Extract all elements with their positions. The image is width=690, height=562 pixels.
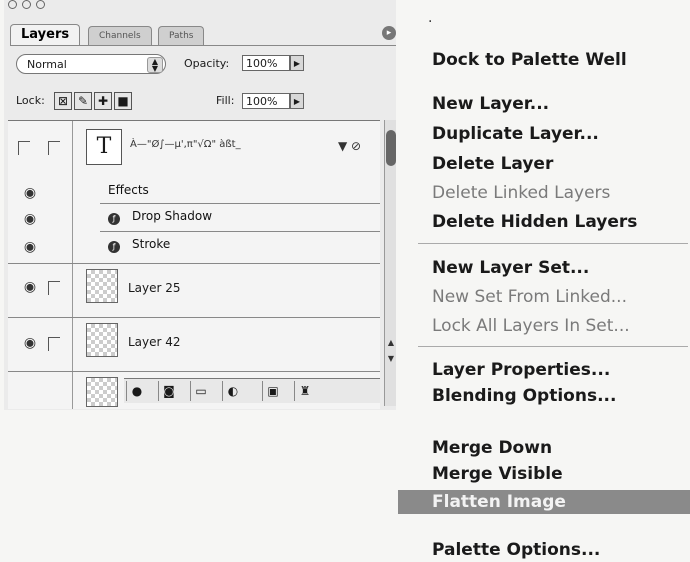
- zoom-window-icon[interactable]: [36, 0, 46, 9]
- effect-drop-shadow[interactable]: Drop Shadow: [132, 209, 212, 223]
- effect-icon: ƒ: [108, 213, 120, 225]
- menu-item-palette-options[interactable]: Palette Options...: [398, 538, 690, 562]
- window-controls: [8, 0, 46, 12]
- fill-label: Fill:: [216, 94, 235, 107]
- layer-thumbnail: [86, 269, 118, 303]
- link-toggle-empty[interactable]: [48, 281, 60, 295]
- opacity-slider-button[interactable]: ▶: [290, 55, 304, 71]
- effects-label: Effects: [108, 183, 149, 197]
- row-divider: [100, 203, 380, 204]
- text-layer-name: À—"Ø∫—µ',π"√Ω" àßt_: [130, 139, 241, 150]
- row-divider: [100, 231, 380, 232]
- menu-separator: [418, 346, 688, 347]
- stroke-eye-icon[interactable]: ◉: [20, 237, 40, 257]
- tab-paths[interactable]: Paths: [158, 26, 205, 45]
- layer-thumbnail: [86, 323, 118, 357]
- row-divider: [8, 263, 380, 264]
- minimize-window-icon[interactable]: [22, 0, 32, 9]
- menu-item-duplicate-layer[interactable]: Duplicate Layer...: [398, 122, 690, 146]
- close-window-icon[interactable]: [8, 0, 17, 9]
- trash-icon[interactable]: ♜: [294, 381, 315, 401]
- fill-slider-button[interactable]: ▶: [290, 93, 304, 109]
- blend-mode-value: Normal: [27, 58, 67, 71]
- visibility-toggle-empty[interactable]: [18, 141, 30, 155]
- drop-shadow-eye-icon[interactable]: ◉: [20, 209, 40, 229]
- fill-field[interactable]: 100%: [242, 93, 290, 109]
- menu-item-blending-options[interactable]: Blending Options...: [398, 384, 690, 408]
- lock-label: Lock:: [16, 94, 45, 107]
- menu-separator: [418, 243, 688, 244]
- row-divider: [8, 371, 380, 372]
- menu-item-dock-to-palette-well[interactable]: Dock to Palette Well: [398, 48, 690, 72]
- add-layer-style-icon[interactable]: ●: [126, 381, 147, 401]
- effects-expand-icon[interactable]: ▼ ⊘: [338, 139, 361, 153]
- layer-thumbnail-partial: [86, 377, 118, 407]
- scroll-up-icon[interactable]: ▲: [385, 338, 396, 347]
- menu-item-merge-visible[interactable]: Merge Visible: [398, 462, 690, 486]
- column-divider: [72, 121, 73, 409]
- lock-image-brush-icon[interactable]: ✎: [74, 92, 92, 110]
- layers-palette-menu: · Dock to Palette Well New Layer... Dupl…: [398, 0, 690, 562]
- layer-name: Layer 42: [128, 335, 181, 349]
- layers-scrollbar[interactable]: ▲ ▼: [384, 120, 396, 406]
- lock-transparency-icon[interactable]: ⊠: [54, 92, 72, 110]
- menu-item-layer-properties[interactable]: Layer Properties...: [398, 358, 690, 382]
- new-layer-icon[interactable]: ▣: [262, 381, 283, 401]
- menu-item-delete-layer[interactable]: Delete Layer: [398, 152, 690, 176]
- menu-item-new-set-from-linked: New Set From Linked...: [432, 287, 627, 307]
- layer-name: Layer 25: [128, 281, 181, 295]
- scroll-down-icon[interactable]: ▼: [385, 354, 396, 363]
- tab-channels[interactable]: Channels: [88, 26, 152, 45]
- opacity-field[interactable]: 100%: [242, 55, 290, 71]
- palette-bottom-bar: ● ◙ ▭ ◐ ▣ ♜: [124, 378, 380, 403]
- menu-item-delete-hidden-layers[interactable]: Delete Hidden Layers: [398, 210, 690, 234]
- effect-stroke[interactable]: Stroke: [132, 237, 170, 251]
- menu-item-new-layer[interactable]: New Layer...: [398, 92, 690, 116]
- new-adjustment-layer-icon[interactable]: ◐: [222, 381, 243, 401]
- new-set-folder-icon[interactable]: ▭: [190, 381, 211, 401]
- effect-icon: ƒ: [108, 241, 120, 253]
- lock-all-icon[interactable]: ■: [114, 92, 132, 110]
- scrollbar-thumb[interactable]: [386, 130, 396, 166]
- menu-item-new-layer-set[interactable]: New Layer Set...: [398, 256, 690, 280]
- layer-visibility-eye-icon[interactable]: ◉: [20, 333, 40, 353]
- text-layer-thumbnail-icon: T: [86, 129, 122, 165]
- menu-item-flatten-image[interactable]: Flatten Image: [398, 490, 690, 514]
- layers-list: T À—"Ø∫—µ',π"√Ω" àßt_ ▼ ⊘ ◉ Effects ◉ ƒ …: [8, 120, 380, 409]
- palette-menu-icon[interactable]: ▸: [382, 26, 396, 40]
- tab-layers[interactable]: Layers: [10, 24, 81, 45]
- layer-visibility-eye-icon[interactable]: ◉: [20, 277, 40, 297]
- menu-item-merge-down[interactable]: Merge Down: [398, 436, 690, 460]
- menu-item-delete-linked-layers: Delete Linked Layers: [432, 183, 611, 203]
- add-mask-icon[interactable]: ◙: [158, 381, 179, 401]
- tab-divider: [10, 45, 396, 46]
- effects-visibility-eye-icon[interactable]: ◉: [20, 183, 40, 203]
- link-toggle-empty[interactable]: [48, 141, 60, 155]
- palette-titlebar: [4, 0, 396, 22]
- select-arrows-icon: ▲ ▼: [147, 57, 163, 73]
- link-toggle-empty[interactable]: [48, 337, 60, 351]
- layers-palette: Layers Channels Paths ▸ Normal ▲ ▼ Opacit…: [4, 0, 396, 410]
- menu-top-tick: ·: [428, 14, 433, 30]
- opacity-label: Opacity:: [184, 57, 230, 70]
- menu-item-lock-all-layers-in-set: Lock All Layers In Set...: [432, 316, 630, 336]
- blend-mode-select[interactable]: Normal ▲ ▼: [16, 54, 166, 74]
- lock-position-move-icon[interactable]: ✚: [94, 92, 112, 110]
- row-divider: [8, 317, 380, 318]
